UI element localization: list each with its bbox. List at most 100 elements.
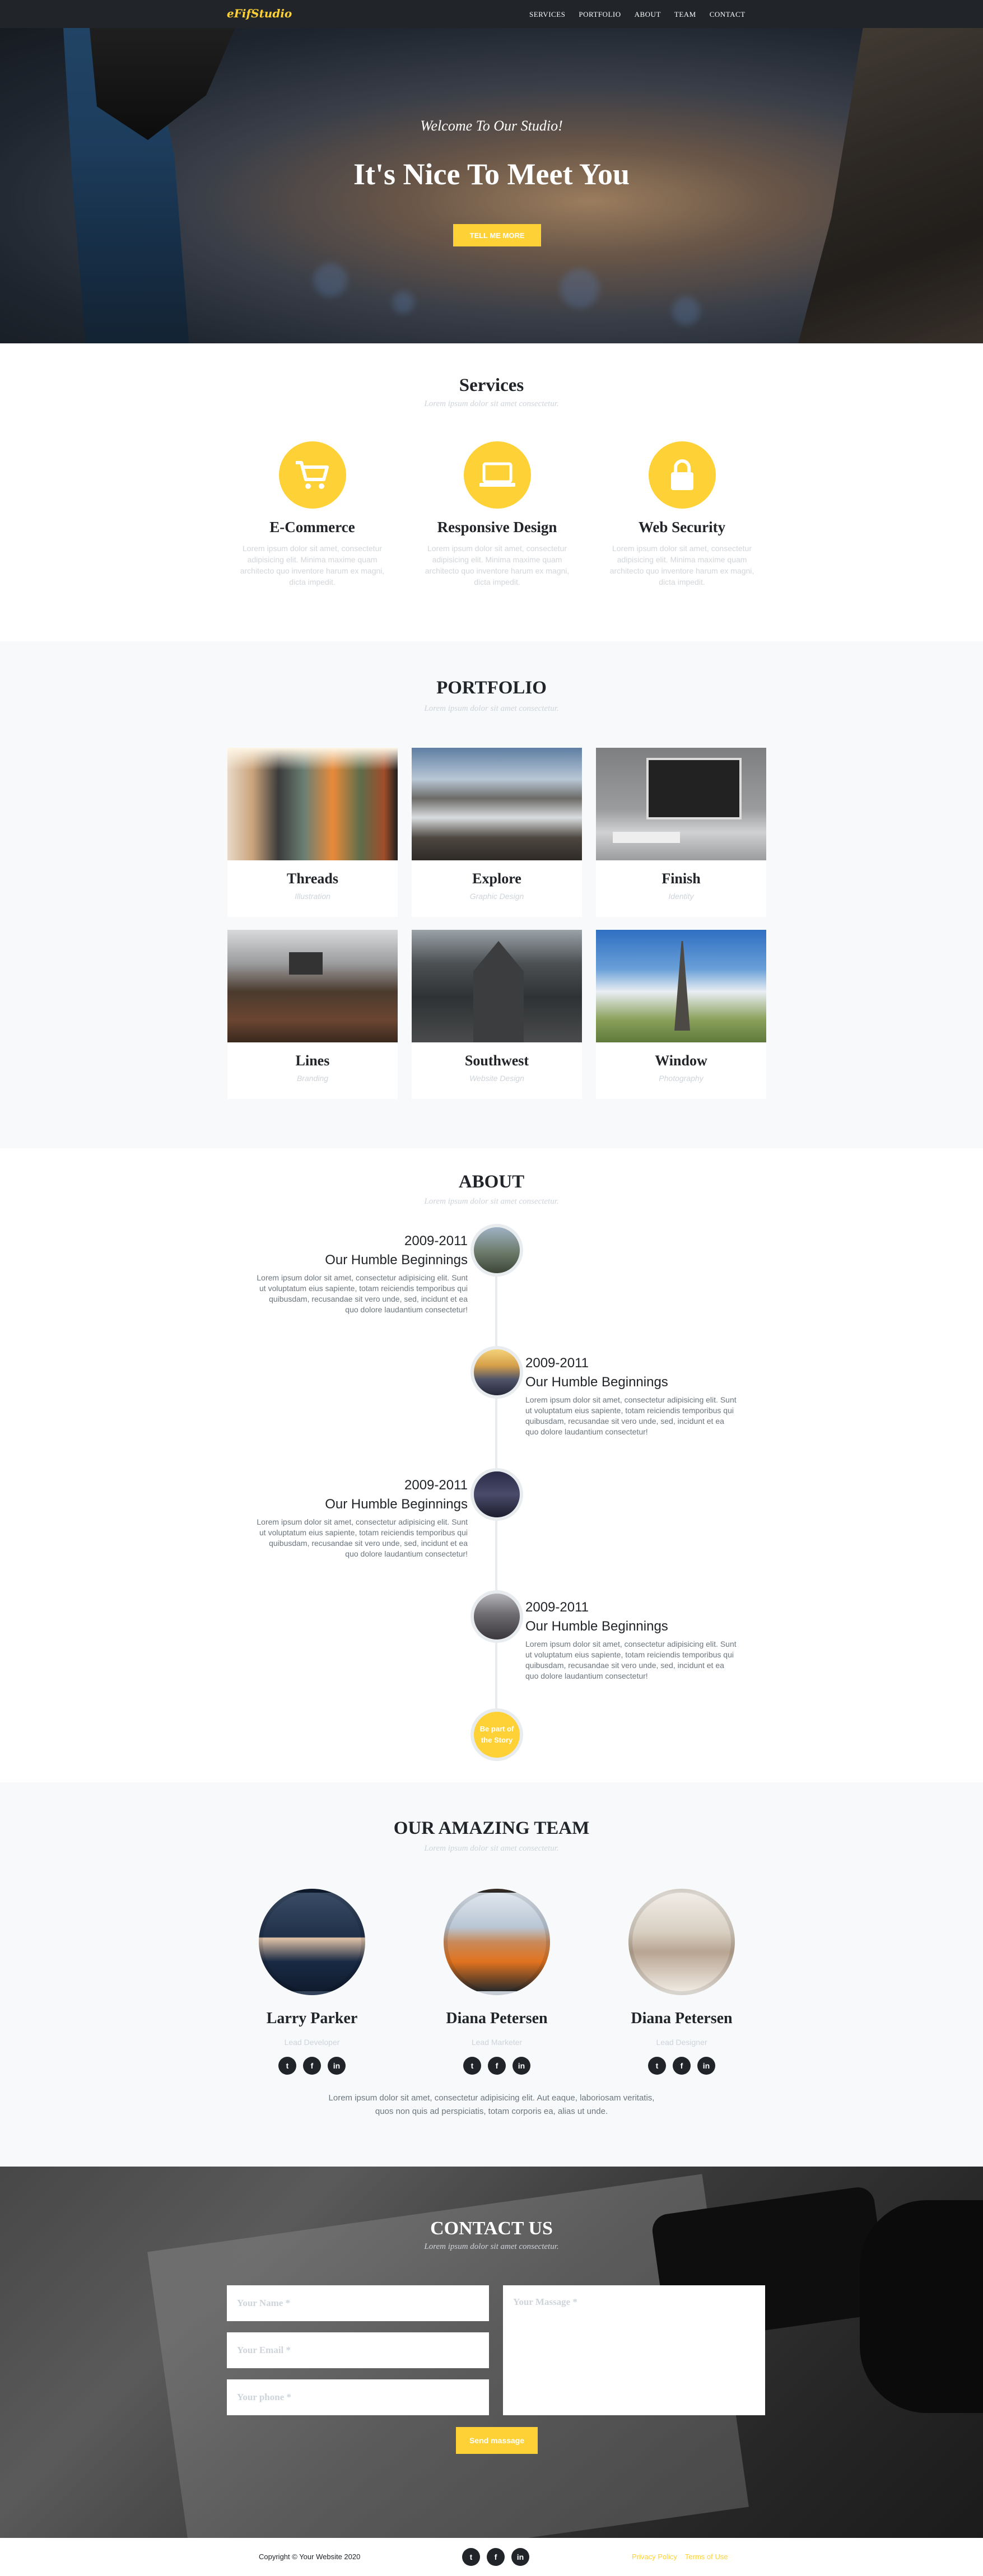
- contact-subtitle: Lorem ipsum dolor sit amet consectetur.: [424, 2242, 559, 2251]
- team-member: Larry Parker Lead Developer t f in: [245, 1889, 379, 2075]
- facebook-icon[interactable]: f: [303, 2057, 321, 2075]
- timeline-text: Lorem ipsum dolor sit amet, consectetur …: [525, 1639, 737, 1680]
- service-item: E-Commerce Lorem ipsum dolor sit amet, c…: [235, 441, 389, 588]
- nav-item-team[interactable]: TEAM: [674, 10, 696, 19]
- footer: Copyright © Your Website 2020 t f in Pri…: [0, 2538, 983, 2576]
- navbar: eFifStudio SERVICES PORTFOLIO ABOUT TEAM…: [0, 0, 983, 28]
- timeline-item: 2009-2011 Our Humble Beginnings Lorem ip…: [255, 1478, 468, 1559]
- timeline-text: Lorem ipsum dolor sit amet, consectetur …: [257, 1517, 468, 1558]
- nav-item-services[interactable]: SERVICES: [529, 10, 565, 19]
- portfolio-item-category: Branding: [296, 1074, 329, 1083]
- portfolio-image: [227, 748, 398, 860]
- avatar: [628, 1889, 735, 1995]
- portfolio-section: PORTFOLIO Lorem ipsum dolor sit amet con…: [0, 641, 983, 1148]
- avatar: [444, 1889, 550, 1995]
- portfolio-item-title: Window: [655, 1052, 707, 1069]
- service-title: Web Security: [638, 519, 726, 535]
- portfolio-item[interactable]: Threads Illustration: [227, 748, 398, 917]
- team-member-role: Lead Marketer: [471, 2038, 523, 2047]
- portfolio-item[interactable]: Southwest Website Design: [412, 930, 582, 1099]
- timeline-image: [470, 1224, 523, 1277]
- team-member-role: Lead Developer: [284, 2038, 340, 2047]
- social-links: t f in: [245, 2057, 379, 2075]
- twitter-icon[interactable]: t: [648, 2057, 666, 2075]
- team-member: Diana Petersen Lead Marketer t f in: [430, 1889, 564, 2075]
- linkedin-icon[interactable]: in: [511, 2548, 529, 2566]
- nav-item-portfolio[interactable]: PORTFOLIO: [579, 10, 621, 19]
- message-field[interactable]: Your Massage *: [503, 2285, 765, 2415]
- timeline-year: 2009-2011: [404, 1478, 468, 1493]
- about-title: ABOUT: [458, 1172, 525, 1192]
- about-section: ABOUT Lorem ipsum dolor sit amet consect…: [0, 1148, 983, 1782]
- timeline-heading: Our Humble Beginnings: [525, 1619, 668, 1634]
- portfolio-item[interactable]: Window Photography: [596, 930, 766, 1099]
- service-text: Lorem ipsum dolor sit amet, consectetur …: [609, 544, 754, 586]
- service-title: Responsive Design: [437, 519, 557, 535]
- name-field[interactable]: Your Name *: [227, 2285, 489, 2321]
- nav-item-contact[interactable]: CONTACT: [710, 10, 746, 19]
- phone-field[interactable]: Your phone *: [227, 2379, 489, 2415]
- portfolio-item-category: Photography: [659, 1074, 704, 1083]
- portfolio-image: [412, 930, 582, 1042]
- timeline-image: [470, 1590, 523, 1643]
- team-member-name: Larry Parker: [266, 2010, 358, 2027]
- timeline-item: 2009-2011 Our Humble Beginnings Lorem ip…: [525, 1600, 738, 1681]
- timeline-text: Lorem ipsum dolor sit amet, consectetur …: [525, 1395, 737, 1436]
- services-title: Services: [459, 375, 524, 395]
- be-part-of-story-badge: Be part of the Story: [470, 1708, 523, 1761]
- team-member: Diana Petersen Lead Designer t f in: [614, 1889, 749, 2075]
- timeline-item: 2009-2011 Our Humble Beginnings Lorem ip…: [255, 1233, 468, 1315]
- portfolio-item-title: Southwest: [464, 1052, 529, 1069]
- email-field[interactable]: Your Email *: [227, 2332, 489, 2368]
- service-title: E-Commerce: [269, 519, 355, 535]
- services-section: Services Lorem ipsum dolor sit amet cons…: [0, 343, 983, 641]
- facebook-icon[interactable]: f: [673, 2057, 691, 2075]
- portfolio-item[interactable]: Lines Branding: [227, 930, 398, 1099]
- tell-me-more-button[interactable]: TELL ME MORE: [453, 224, 541, 246]
- service-item: Responsive Design Lorem ipsum dolor sit …: [420, 441, 574, 588]
- contact-section: CONTACT US Lorem ipsum dolor sit amet co…: [0, 2167, 983, 2538]
- brand-logo[interactable]: eFifStudio: [227, 7, 292, 20]
- twitter-icon[interactable]: t: [463, 2057, 481, 2075]
- contact-title: CONTACT US: [430, 2218, 553, 2239]
- portfolio-title: PORTFOLIO: [436, 678, 547, 698]
- portfolio-image: [596, 748, 766, 860]
- facebook-icon[interactable]: f: [488, 2057, 506, 2075]
- portfolio-item-title: Threads: [287, 870, 338, 887]
- portfolio-image: [227, 930, 398, 1042]
- privacy-policy-link[interactable]: Privacy Policy: [632, 2552, 677, 2561]
- hero-title: It's Nice To Meet You: [353, 157, 630, 191]
- service-text: Lorem ipsum dolor sit amet, consectetur …: [240, 544, 385, 586]
- timeline-image: [470, 1468, 523, 1521]
- lock-icon: [648, 441, 716, 509]
- linkedin-icon[interactable]: in: [328, 2057, 346, 2075]
- team-description: Lorem ipsum dolor sit amet, consectetur …: [328, 2093, 655, 2116]
- about-subtitle: Lorem ipsum dolor sit amet consectetur.: [424, 1197, 559, 1206]
- twitter-icon[interactable]: t: [462, 2548, 480, 2566]
- terms-of-use-link[interactable]: Terms of Use: [685, 2552, 728, 2561]
- portfolio-item-category: Illustration: [295, 892, 330, 901]
- portfolio-item-category: Website Design: [469, 1074, 524, 1083]
- team-member-name: Diana Petersen: [446, 2010, 548, 2027]
- timeline-year: 2009-2011: [404, 1233, 468, 1249]
- twitter-icon[interactable]: t: [278, 2057, 296, 2075]
- timeline-year: 2009-2011: [525, 1355, 589, 1371]
- service-text: Lorem ipsum dolor sit amet, consectetur …: [425, 544, 570, 586]
- portfolio-item-category: Identity: [668, 892, 694, 901]
- send-message-button[interactable]: Send massage: [456, 2427, 538, 2454]
- portfolio-item[interactable]: Finish Identity: [596, 748, 766, 917]
- portfolio-item-title: Explore: [472, 870, 521, 887]
- timeline-item: 2009-2011 Our Humble Beginnings Lorem ip…: [525, 1355, 738, 1437]
- shopping-cart-icon: [278, 441, 346, 509]
- hero-subtitle: Welcome To Our Studio!: [420, 118, 563, 134]
- portfolio-subtitle: Lorem ipsum dolor sit amet consectetur.: [424, 704, 559, 713]
- timeline-heading: Our Humble Beginnings: [325, 1252, 468, 1268]
- nav-menu: SERVICES PORTFOLIO ABOUT TEAM CONTACT: [529, 10, 746, 19]
- facebook-icon[interactable]: f: [487, 2548, 505, 2566]
- linkedin-icon[interactable]: in: [697, 2057, 715, 2075]
- portfolio-item[interactable]: Explore Graphic Design: [412, 748, 582, 917]
- services-subtitle: Lorem ipsum dolor sit amet consectetur.: [424, 399, 559, 408]
- team-section: OUR AMAZING TEAM Lorem ipsum dolor sit a…: [0, 1782, 983, 2167]
- nav-item-about[interactable]: ABOUT: [635, 10, 661, 19]
- linkedin-icon[interactable]: in: [513, 2057, 530, 2075]
